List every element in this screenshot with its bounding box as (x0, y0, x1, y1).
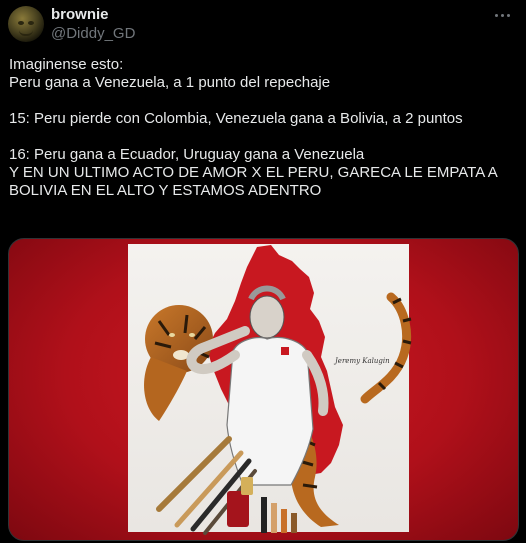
tweet-text: Imaginense esto: Peru gana a Venezuela, … (9, 56, 517, 200)
author-display-name[interactable]: brownie (51, 6, 135, 24)
author-names: brownie @Diddy_GD (51, 6, 135, 43)
tweet-line: 15: Peru pierde con Colombia, Venezuela … (9, 110, 463, 127)
author-handle[interactable]: @Diddy_GD (51, 25, 135, 43)
tweet-line: Imaginense esto: (9, 56, 124, 73)
tweet-header: brownie @Diddy_GD (8, 4, 518, 44)
drawing-illustration (128, 244, 412, 535)
tweet-line: Peru gana a Venezuela, a 1 punto del rep… (9, 74, 331, 91)
paint-jar (227, 491, 249, 527)
artist-signature: Jeremy Kalugin (335, 357, 390, 365)
more-dots-icon[interactable] (490, 6, 514, 24)
tweet-line: 16: Peru gana a Ecuador, Uruguay gana a … (9, 146, 365, 163)
avatar[interactable] (8, 6, 44, 42)
tweet-line: Y EN UN ULTIMO ACTO DE AMOR X EL PERU, G… (9, 164, 498, 181)
tweet-line: BOLIVIA EN EL ALTO Y ESTAMOS ADENTRO (9, 182, 322, 199)
tweet[interactable]: brownie @Diddy_GD Imaginense esto: Peru … (0, 0, 526, 543)
tweet-media-image[interactable]: Jeremy Kalugin (8, 238, 519, 541)
